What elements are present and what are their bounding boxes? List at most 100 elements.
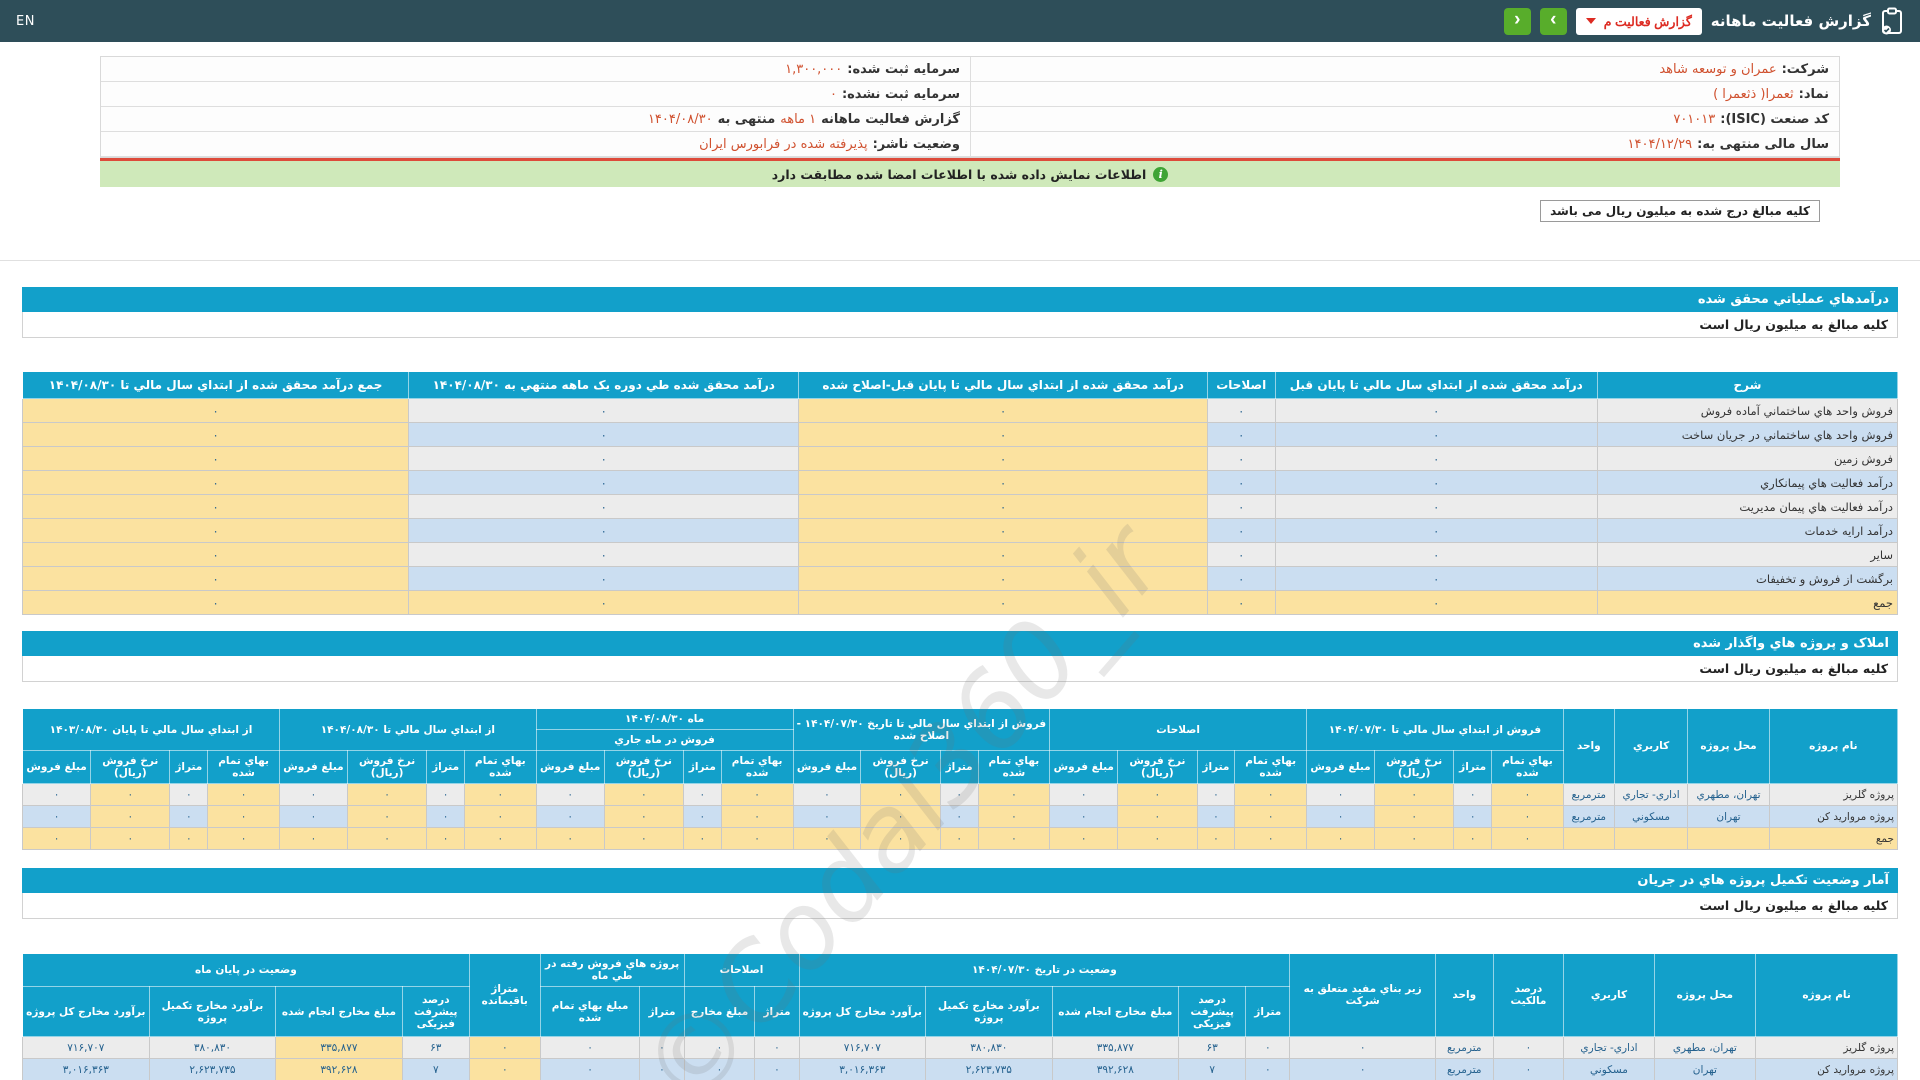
cell: ۰ xyxy=(1493,1037,1564,1059)
row-label: پروژه مروارید کن xyxy=(1756,1059,1898,1080)
column-header: مبلغ فروش xyxy=(279,751,347,784)
cell: ۰ xyxy=(1275,471,1598,495)
table-row: درآمد فعالیت هاي پیمانکاري۰۰۰۰۰ xyxy=(23,471,1898,495)
cell: ۰ xyxy=(279,806,347,828)
column-header: واحد xyxy=(1436,954,1494,1037)
cell: ۰ xyxy=(1493,1059,1564,1080)
caret-down-icon xyxy=(1586,18,1596,24)
cell: ۰ xyxy=(940,828,978,850)
cell: ۰ xyxy=(170,828,208,850)
cell: ۰ xyxy=(793,828,861,850)
cell: ۰ xyxy=(604,828,683,850)
cell: ۰ xyxy=(1454,784,1492,806)
cell: ۰ xyxy=(1208,423,1276,447)
cell: ۰ xyxy=(684,1037,755,1059)
row-label: فروش واحد هاي ساختماني آماده فروش xyxy=(1598,399,1898,423)
cell: ۰ xyxy=(799,447,1208,471)
report-period-row: گزارش فعالیت ماهانه ۱ ماهه منتهی به ۱۴۰۴… xyxy=(101,107,970,132)
column-header: محل پروژه xyxy=(1654,954,1756,1037)
cell: ۰ xyxy=(1454,806,1492,828)
cell: ۰ xyxy=(409,591,799,615)
cell: ۰ xyxy=(1290,1059,1436,1080)
cell: ۰ xyxy=(1208,495,1276,519)
cell: ۰ xyxy=(799,399,1208,423)
industry-code-row: کد صنعت (ISIC): ۷۰۱۰۱۳ xyxy=(970,107,1839,132)
column-header: ماه ۱۴۰۴/۰۸/۳۰ xyxy=(536,709,793,730)
cell: اداري- تجاري xyxy=(1564,1037,1654,1059)
cell: ۰ xyxy=(540,1037,640,1059)
row-label: برگشت از فروش و تخفیفات xyxy=(1598,567,1898,591)
table-row: فروش واحد هاي ساختماني آماده فروش۰۰۰۰۰ xyxy=(23,399,1898,423)
cell: ۰ xyxy=(409,399,799,423)
amounts-note-wrap: کلیه مبالغ درج شده به میلیون ریال می باش… xyxy=(100,200,1820,222)
table-row: پروژه گلریزتهران، مطهرياداري- تجاري۰مترم… xyxy=(23,1037,1898,1059)
cell: ۰ xyxy=(464,784,536,806)
fiscal-year-label: سال مالی منتهی به: xyxy=(1697,137,1829,152)
cell: ۰ xyxy=(978,806,1050,828)
column-header: مبلغ مخارج انجام شده xyxy=(276,987,403,1037)
cell: ۰ xyxy=(1275,519,1598,543)
cell: ۰ xyxy=(347,784,426,806)
cell: ۰ xyxy=(23,784,91,806)
column-header: مبلغ مخارج انجام شده xyxy=(1052,987,1179,1037)
cell: ۰ xyxy=(640,1037,684,1059)
cell: ۳۳۵,۸۷۷ xyxy=(1052,1037,1179,1059)
cell: ۰ xyxy=(23,519,409,543)
cell: ۰ xyxy=(1208,471,1276,495)
cell: ۰ xyxy=(469,1059,540,1080)
column-header: کاربري xyxy=(1564,954,1654,1037)
cell: ۰ xyxy=(279,828,347,850)
cell: ۲,۶۲۳,۷۳۵ xyxy=(926,1059,1053,1080)
column-header: متراژ xyxy=(427,751,465,784)
section-title-transferred-projects: املاک و پروژه هاي واگذار شده xyxy=(22,631,1898,656)
cell: ۰ xyxy=(721,806,793,828)
cell: ۰ xyxy=(799,591,1208,615)
column-header: متراژ xyxy=(940,751,978,784)
cell: ۰ xyxy=(1290,1037,1436,1059)
cell: تهران، مطهري xyxy=(1688,784,1769,806)
cell: ۰ xyxy=(604,784,683,806)
cell: ۰ xyxy=(1275,543,1598,567)
industry-code-value: ۷۰۱۰۱۳ xyxy=(1673,112,1715,127)
cell: ۰ xyxy=(464,806,536,828)
transferred-projects-table: نام پروژهمحل پروژهکاربريواحدفروش از ابتد… xyxy=(22,708,1898,850)
cell: ۰ xyxy=(409,471,799,495)
cell: مترمربع xyxy=(1563,806,1614,828)
cell: ۰ xyxy=(1208,591,1276,615)
cell: ۰ xyxy=(1492,828,1564,850)
cell: ۰ xyxy=(1307,806,1375,828)
company-row: شرکت: عمران و توسعه شاهد xyxy=(970,57,1839,82)
company-label: شرکت: xyxy=(1782,62,1829,77)
cell: ۰ xyxy=(683,784,721,806)
cell: ۰ xyxy=(1307,784,1375,806)
cell xyxy=(1688,828,1769,850)
cell: مترمربع xyxy=(1563,784,1614,806)
cell: ۰ xyxy=(1118,784,1197,806)
column-header: متراژ xyxy=(1246,987,1290,1037)
column-header: نرخ فروش (ریال) xyxy=(91,751,170,784)
cell: ۰ xyxy=(793,784,861,806)
cell: ۰ xyxy=(940,784,978,806)
cell xyxy=(1614,828,1688,850)
cell: ۰ xyxy=(23,495,409,519)
column-header: کاربري xyxy=(1614,709,1688,784)
language-switch[interactable]: EN xyxy=(16,14,35,29)
section-note-operational-revenues: کلیه مبالغ به میلیون ریال است xyxy=(22,312,1898,338)
column-header: نرخ فروش (ریال) xyxy=(604,751,683,784)
unregistered-capital-label: سرمایه ثبت نشده: xyxy=(842,87,960,102)
previous-report-button[interactable]: ‹ xyxy=(1504,8,1531,35)
cell: ۰ xyxy=(683,806,721,828)
row-label: سایر xyxy=(1598,543,1898,567)
table-row: پروژه مروارید کنتهرانمسکونيمترمربع۰۰۰۰۰۰… xyxy=(23,806,1898,828)
cell: مترمربع xyxy=(1436,1059,1494,1080)
next-report-button[interactable]: › xyxy=(1540,8,1567,35)
report-type-dropdown[interactable]: گزارش فعالیت م xyxy=(1576,8,1702,35)
column-header: محل پروژه xyxy=(1688,709,1769,784)
cell: مسکوني xyxy=(1564,1059,1654,1080)
column-header: برآورد مخارج تکمیل پروژه xyxy=(926,987,1053,1037)
cell: ۰ xyxy=(1235,784,1307,806)
column-header: از ابتداي سال مالي تا پایان ۱۴۰۳/۰۸/۳۰ xyxy=(23,709,280,751)
cell: ۰ xyxy=(536,806,604,828)
cell: ۰ xyxy=(536,784,604,806)
cell: ۰ xyxy=(409,495,799,519)
